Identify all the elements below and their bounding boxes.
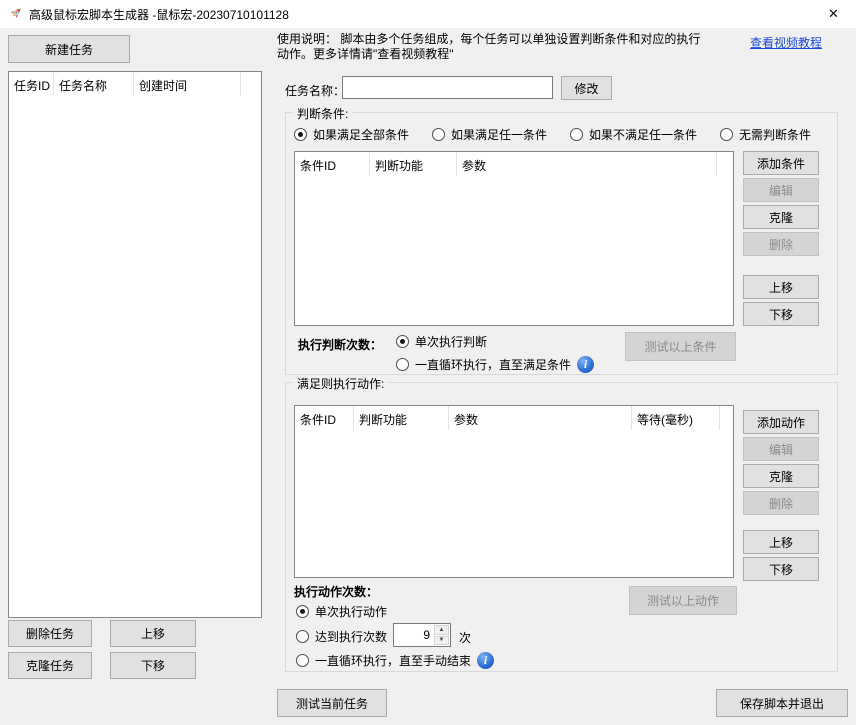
edit-condition-button[interactable]: 编辑: [743, 178, 819, 202]
radio-dot-icon: [396, 335, 409, 348]
move-condition-up-button[interactable]: 上移: [743, 275, 819, 299]
action-table-header: 条件ID 判断功能 参数 等待(毫秒): [295, 406, 733, 430]
radio-dot-icon: [296, 654, 309, 667]
move-task-down-button[interactable]: 下移: [110, 652, 196, 679]
condition-table-header: 条件ID 判断功能 参数: [295, 152, 733, 176]
stepper-down-icon[interactable]: ▼: [434, 636, 449, 646]
save-script-exit-button[interactable]: 保存脚本并退出: [716, 689, 848, 717]
radio-dot-icon: [396, 358, 409, 371]
rocket-icon: [7, 6, 23, 22]
info-icon[interactable]: i: [577, 356, 594, 373]
radio-not-match-any-condition[interactable]: 如果不满足任一条件: [570, 126, 697, 143]
info-icon[interactable]: i: [477, 652, 494, 669]
radio-dot-icon: [296, 605, 309, 618]
clone-action-button[interactable]: 克隆: [743, 464, 819, 488]
radio-dot-icon: [296, 630, 309, 643]
column-wait-ms: 等待(毫秒): [632, 406, 720, 430]
radio-match-all-conditions[interactable]: 如果满足全部条件: [294, 126, 409, 143]
radio-label: 无需判断条件: [739, 126, 811, 143]
clone-condition-button[interactable]: 克隆: [743, 205, 819, 229]
radio-no-condition[interactable]: 无需判断条件: [720, 126, 811, 143]
column-task-name: 任务名称: [54, 72, 134, 96]
delete-task-button[interactable]: 删除任务: [8, 620, 92, 647]
repeat-count-stepper[interactable]: 9 ▲ ▼: [393, 623, 451, 647]
action-group: 满足则执行动作: 条件ID 判断功能 参数 等待(毫秒) 添加动作 编辑 克隆 …: [285, 382, 838, 672]
move-task-up-button[interactable]: 上移: [110, 620, 196, 647]
close-button[interactable]: ✕: [811, 0, 856, 28]
move-action-down-button[interactable]: 下移: [743, 557, 819, 581]
radio-judge-once[interactable]: 单次执行判断: [396, 333, 487, 350]
stepper-arrows: ▲ ▼: [433, 624, 450, 646]
radio-label: 一直循环执行，直至手动结束: [315, 652, 471, 669]
condition-group: 判断条件: 如果满足全部条件 如果满足任一条件 如果不满足任一条件 无需判断条件…: [285, 112, 838, 375]
task-list-header: 任务ID 任务名称 创建时间: [9, 72, 261, 96]
task-name-input[interactable]: [342, 76, 553, 99]
radio-label: 如果不满足任一条件: [589, 126, 697, 143]
test-current-task-button[interactable]: 测试当前任务: [277, 689, 387, 717]
move-action-up-button[interactable]: 上移: [743, 530, 819, 554]
radio-judge-loop-until-met[interactable]: 一直循环执行，直至满足条件: [396, 356, 571, 373]
radio-dot-icon: [294, 128, 307, 141]
usage-line-2: 动作。更多详情请"查看视频教程": [277, 47, 745, 62]
action-group-label: 满足则执行动作:: [293, 375, 388, 392]
repeat-count-value[interactable]: 9: [394, 624, 433, 646]
title-bar: 高级鼠标宏脚本生成器 -鼠标宏-20230710101128 ✕: [0, 0, 856, 28]
new-task-button[interactable]: 新建任务: [8, 35, 130, 63]
repeat-unit-label: 次: [459, 629, 471, 646]
stepper-up-icon[interactable]: ▲: [434, 625, 449, 635]
radio-dot-icon: [570, 128, 583, 141]
radio-dot-icon: [432, 128, 445, 141]
radio-label: 一直循环执行，直至满足条件: [415, 356, 571, 373]
add-action-button[interactable]: 添加动作: [743, 410, 819, 434]
condition-mode-radios: 如果满足全部条件 如果满足任一条件 如果不满足任一条件 无需判断条件: [294, 126, 811, 143]
usage-line-1: 使用说明： 脚本由多个任务组成，每个任务可以单独设置判断条件和对应的执行: [277, 32, 745, 47]
add-condition-button[interactable]: 添加条件: [743, 151, 819, 175]
video-tutorial-link[interactable]: 查看视频教程: [750, 34, 822, 51]
column-filler: [241, 72, 261, 96]
judge-times-label: 执行判断次数：: [298, 336, 382, 353]
column-parameters: 参数: [457, 152, 717, 176]
radio-label: 单次执行判断: [415, 333, 487, 350]
task-list[interactable]: 任务ID 任务名称 创建时间: [8, 71, 262, 618]
move-condition-down-button[interactable]: 下移: [743, 302, 819, 326]
radio-label: 如果满足任一条件: [451, 126, 547, 143]
column-judge-function: 判断功能: [370, 152, 457, 176]
condition-group-label: 判断条件:: [293, 105, 352, 122]
condition-table[interactable]: 条件ID 判断功能 参数: [294, 151, 734, 326]
radio-loop-until-manual-stop[interactable]: 一直循环执行，直至手动结束: [296, 652, 471, 669]
test-conditions-button[interactable]: 测试以上条件: [625, 332, 736, 361]
radio-label: 单次执行动作: [315, 603, 387, 620]
clone-task-button[interactable]: 克隆任务: [8, 652, 92, 679]
column-action-parameters: 参数: [449, 406, 632, 430]
radio-label: 如果满足全部条件: [313, 126, 409, 143]
window-title: 高级鼠标宏脚本生成器 -鼠标宏-20230710101128: [29, 6, 289, 23]
modify-button[interactable]: 修改: [561, 76, 612, 100]
edit-action-button[interactable]: 编辑: [743, 437, 819, 461]
delete-action-button[interactable]: 删除: [743, 491, 819, 515]
test-actions-button[interactable]: 测试以上动作: [629, 586, 737, 615]
column-action-function: 判断功能: [354, 406, 449, 430]
column-filler: [720, 406, 733, 430]
usage-instructions: 使用说明： 脚本由多个任务组成，每个任务可以单独设置判断条件和对应的执行 动作。…: [277, 32, 745, 62]
action-table[interactable]: 条件ID 判断功能 参数 等待(毫秒): [294, 405, 734, 578]
radio-run-once[interactable]: 单次执行动作: [296, 603, 387, 620]
app-window: 高级鼠标宏脚本生成器 -鼠标宏-20230710101128 ✕ 新建任务 任务…: [0, 0, 856, 725]
column-task-id: 任务ID: [9, 72, 54, 96]
delete-condition-button[interactable]: 删除: [743, 232, 819, 256]
radio-match-any-condition[interactable]: 如果满足任一条件: [432, 126, 547, 143]
radio-run-count[interactable]: 达到执行次数: [296, 628, 387, 645]
column-task-time: 创建时间: [134, 72, 241, 96]
column-condition-id: 条件ID: [295, 152, 370, 176]
task-name-label: 任务名称：: [285, 82, 345, 99]
column-action-id: 条件ID: [295, 406, 354, 430]
column-filler: [717, 152, 733, 176]
action-times-label: 执行动作次数：: [294, 583, 378, 600]
radio-dot-icon: [720, 128, 733, 141]
radio-label: 达到执行次数: [315, 628, 387, 645]
